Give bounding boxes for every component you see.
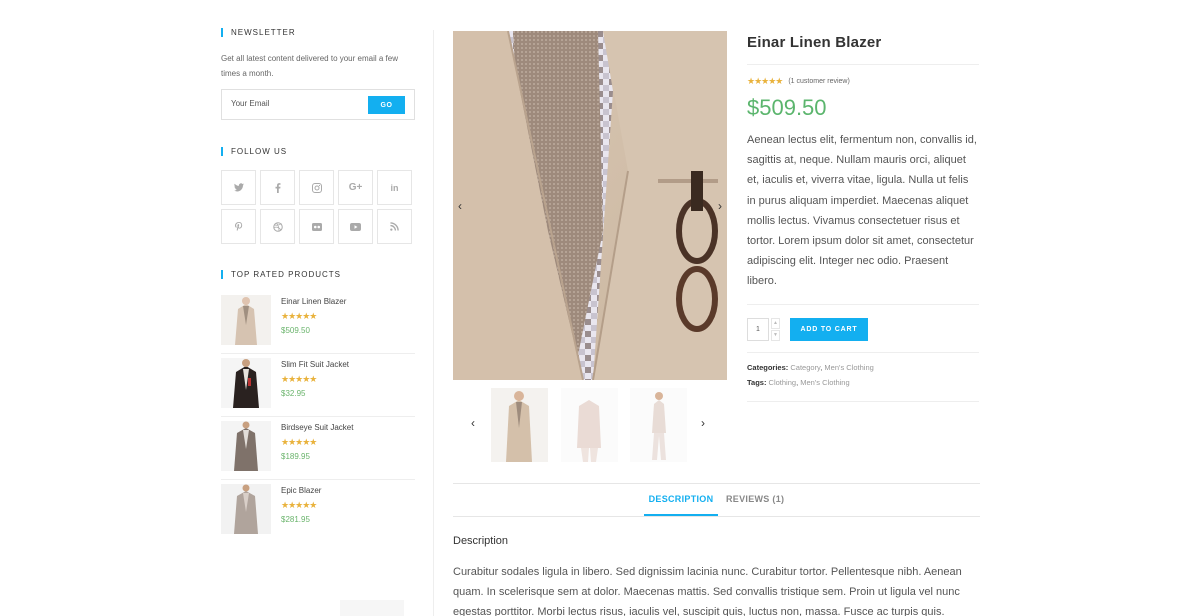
linkedin-icon[interactable]: in xyxy=(377,170,412,205)
tag-link[interactable]: Clothing xyxy=(769,378,797,387)
product-name[interactable]: Slim Fit Suit Jacket xyxy=(281,360,349,369)
product-summary: Einar Linen Blazer ★★★★★ (1 customer rev… xyxy=(747,31,979,402)
thumbnail-carousel: ‹ › xyxy=(453,388,727,462)
star-rating: ★★★★★ xyxy=(747,76,783,86)
youtube-icon[interactable] xyxy=(338,209,373,244)
product-title: Einar Linen Blazer xyxy=(747,34,882,51)
column-divider xyxy=(433,30,434,616)
tabs-border xyxy=(453,516,980,517)
product-name[interactable]: Birdseye Suit Jacket xyxy=(281,423,353,432)
email-input[interactable] xyxy=(231,99,361,108)
product-price: $509.50 xyxy=(281,326,310,335)
product-categories: Categories: Category, Men's Clothing xyxy=(747,362,874,372)
newsletter-title: NEWSLETTER xyxy=(221,28,415,37)
product-thumbnail[interactable] xyxy=(221,295,271,345)
social-links: G+ in xyxy=(221,170,415,244)
tags-label: Tags: xyxy=(747,377,767,387)
divider xyxy=(747,64,979,65)
review-link[interactable]: (1 customer review) xyxy=(788,78,849,85)
category-link[interactable]: Category xyxy=(790,363,820,372)
list-item[interactable]: Einar Linen Blazer ★★★★★ $509.50 xyxy=(221,291,415,354)
top-rated-title: TOP RATED PRODUCTS xyxy=(221,270,415,279)
product-price: $509.50 xyxy=(747,95,827,120)
dribbble-icon[interactable] xyxy=(260,209,295,244)
list-item[interactable]: Slim Fit Suit Jacket ★★★★★ $32.95 xyxy=(221,354,415,417)
thumbnail-3[interactable] xyxy=(630,388,687,462)
tab-description[interactable]: DESCRIPTION xyxy=(644,494,718,516)
description-heading: Description xyxy=(453,535,509,547)
description-body: Curabitur sodales ligula in libero. Sed … xyxy=(453,566,962,616)
tag-link[interactable]: Men's Clothing xyxy=(800,378,849,387)
google-plus-icon[interactable]: G+ xyxy=(338,170,373,205)
list-item[interactable]: Epic Blazer ★★★★★ $281.95 xyxy=(221,480,415,543)
newsletter-form: GO xyxy=(221,89,415,120)
product-price: $32.95 xyxy=(281,389,306,398)
follow-title: FOLLOW US xyxy=(221,147,415,156)
product-tags: Tags: Clothing, Men's Clothing xyxy=(747,377,850,387)
instagram-icon[interactable] xyxy=(299,170,334,205)
newsletter-text: Get all latest content delivered to your… xyxy=(221,54,398,78)
thumb-next-icon[interactable]: › xyxy=(701,416,705,430)
thumbnail-1[interactable] xyxy=(491,388,548,462)
star-rating: ★★★★★ xyxy=(281,374,317,384)
divider xyxy=(747,400,979,402)
add-to-cart-button[interactable]: ADD TO CART xyxy=(790,317,868,341)
scroll-to-top-area xyxy=(340,600,404,616)
divider xyxy=(747,351,979,353)
list-item[interactable]: Birdseye Suit Jacket ★★★★★ $189.95 xyxy=(221,417,415,480)
top-rated-list: Einar Linen Blazer ★★★★★ $509.50 Slim Fi… xyxy=(221,291,415,543)
pinterest-icon[interactable] xyxy=(221,209,256,244)
star-rating: ★★★★★ xyxy=(281,311,317,321)
category-link[interactable]: Men's Clothing xyxy=(824,363,873,372)
categories-label: Categories: xyxy=(747,362,789,372)
twitter-icon[interactable] xyxy=(221,170,256,205)
product-name[interactable]: Einar Linen Blazer xyxy=(281,297,346,306)
star-rating: ★★★★★ xyxy=(281,500,317,510)
chevron-right-icon[interactable]: › xyxy=(718,199,722,213)
product-price: $281.95 xyxy=(281,515,310,524)
go-button[interactable]: GO xyxy=(368,96,405,114)
tab-reviews[interactable]: REVIEWS (1) xyxy=(726,494,784,504)
quantity-up-icon[interactable]: ▲ xyxy=(771,317,780,329)
tabs-border xyxy=(453,483,980,484)
sidebar: NEWSLETTER Get all latest content delive… xyxy=(221,28,415,543)
thumb-prev-icon[interactable]: ‹ xyxy=(471,416,475,430)
rss-icon[interactable] xyxy=(377,209,412,244)
product-thumbnail[interactable] xyxy=(221,421,271,471)
facebook-icon[interactable] xyxy=(260,170,295,205)
chevron-left-icon[interactable]: ‹ xyxy=(458,199,462,213)
product-thumbnail[interactable] xyxy=(221,358,271,408)
thumbnail-2[interactable] xyxy=(561,388,618,462)
product-thumbnail[interactable] xyxy=(221,484,271,534)
quantity-input[interactable]: 1 xyxy=(747,317,769,341)
product-name[interactable]: Epic Blazer xyxy=(281,486,321,495)
divider xyxy=(747,303,979,305)
short-description: Aenean lectus elit, fermentum non, conva… xyxy=(747,134,977,288)
star-rating: ★★★★★ xyxy=(281,437,317,447)
product-price: $189.95 xyxy=(281,452,310,461)
flickr-icon[interactable] xyxy=(299,209,334,244)
quantity-down-icon[interactable]: ▼ xyxy=(771,329,780,341)
main-product-image[interactable]: ‹ › xyxy=(453,31,727,380)
